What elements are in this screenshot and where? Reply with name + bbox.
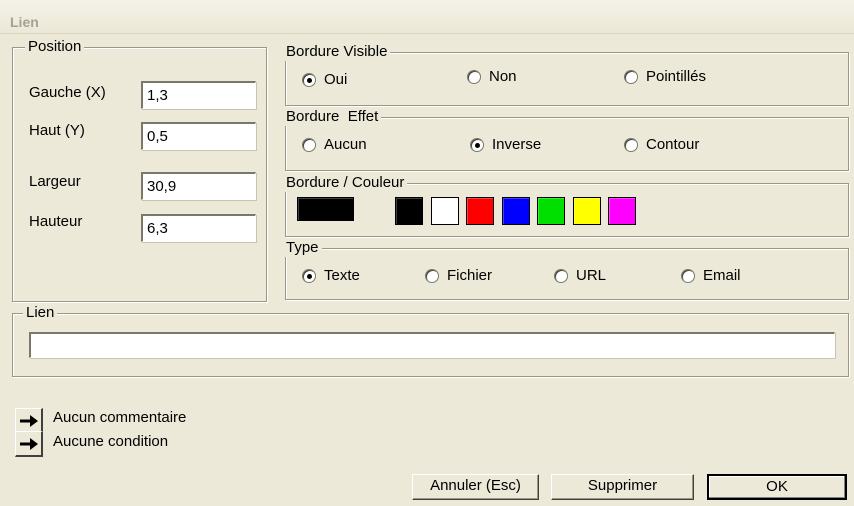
- condition-label: Aucune condition: [53, 433, 169, 450]
- radio-unchecked-icon: [624, 70, 638, 84]
- bordure-effet-group: Bordure Effet Aucun Inverse Contour: [283, 108, 849, 171]
- radio-unchecked-icon: [467, 70, 481, 84]
- commentaire-label: Aucun commentaire: [53, 409, 187, 426]
- color-swatch-red[interactable]: [466, 197, 494, 225]
- position-legend: Position: [25, 38, 85, 56]
- color-swatch-black[interactable]: [395, 197, 423, 225]
- arrow-right-icon: [20, 438, 38, 450]
- color-swatch-blue[interactable]: [501, 197, 530, 225]
- radio-unchecked-icon: [624, 138, 638, 152]
- position-group: Position Gauche (X) 1,3 Haut (Y) 0,5 Lar…: [12, 38, 267, 302]
- haut-label: Haut (Y): [29, 122, 85, 139]
- radio-checked-icon: [302, 73, 316, 87]
- ok-button[interactable]: OK: [707, 474, 847, 500]
- bordure-visible-group: Bordure Visible Oui Non Pointillés: [283, 43, 849, 106]
- lien-input[interactable]: [29, 332, 835, 358]
- condition-button[interactable]: [15, 431, 43, 457]
- largeur-input[interactable]: 30,9: [141, 172, 256, 200]
- supprimer-button[interactable]: Supprimer: [551, 474, 694, 500]
- type-group: Type Texte Fichier URL Email: [283, 239, 849, 300]
- hauteur-label: Hauteur: [29, 213, 83, 230]
- arrow-right-icon: [20, 415, 38, 427]
- radio-checked-icon: [470, 138, 484, 152]
- lien-group: Lien: [12, 304, 849, 377]
- bordure-couleur-legend: Bordure / Couleur: [283, 174, 408, 192]
- current-color-swatch: [297, 197, 354, 221]
- radio-unchecked-icon: [302, 138, 316, 152]
- window-title: Lien: [10, 14, 39, 30]
- color-swatch-magenta[interactable]: [608, 197, 636, 225]
- bordure-visible-legend: Bordure Visible: [283, 43, 391, 61]
- gauche-input[interactable]: 1,3: [141, 81, 256, 109]
- lien-legend: Lien: [23, 304, 58, 322]
- bordure-effet-legend: Bordure Effet: [283, 108, 382, 126]
- radio-unchecked-icon: [681, 269, 695, 283]
- radio-unchecked-icon: [425, 269, 439, 283]
- bordure-couleur-group: Bordure / Couleur: [283, 174, 849, 237]
- title-bar: Lien: [0, 0, 854, 34]
- radio-checked-icon: [302, 269, 316, 283]
- haut-input[interactable]: 0,5: [141, 122, 256, 150]
- annuler-button[interactable]: Annuler (Esc): [412, 474, 539, 500]
- color-swatch-yellow[interactable]: [572, 197, 601, 225]
- color-swatch-green[interactable]: [537, 197, 565, 225]
- largeur-label: Largeur: [29, 173, 81, 190]
- hauteur-input[interactable]: 6,3: [141, 214, 256, 242]
- type-legend: Type: [283, 239, 322, 257]
- color-swatch-white[interactable]: [430, 197, 459, 225]
- gauche-label: Gauche (X): [29, 84, 106, 101]
- radio-unchecked-icon: [554, 269, 568, 283]
